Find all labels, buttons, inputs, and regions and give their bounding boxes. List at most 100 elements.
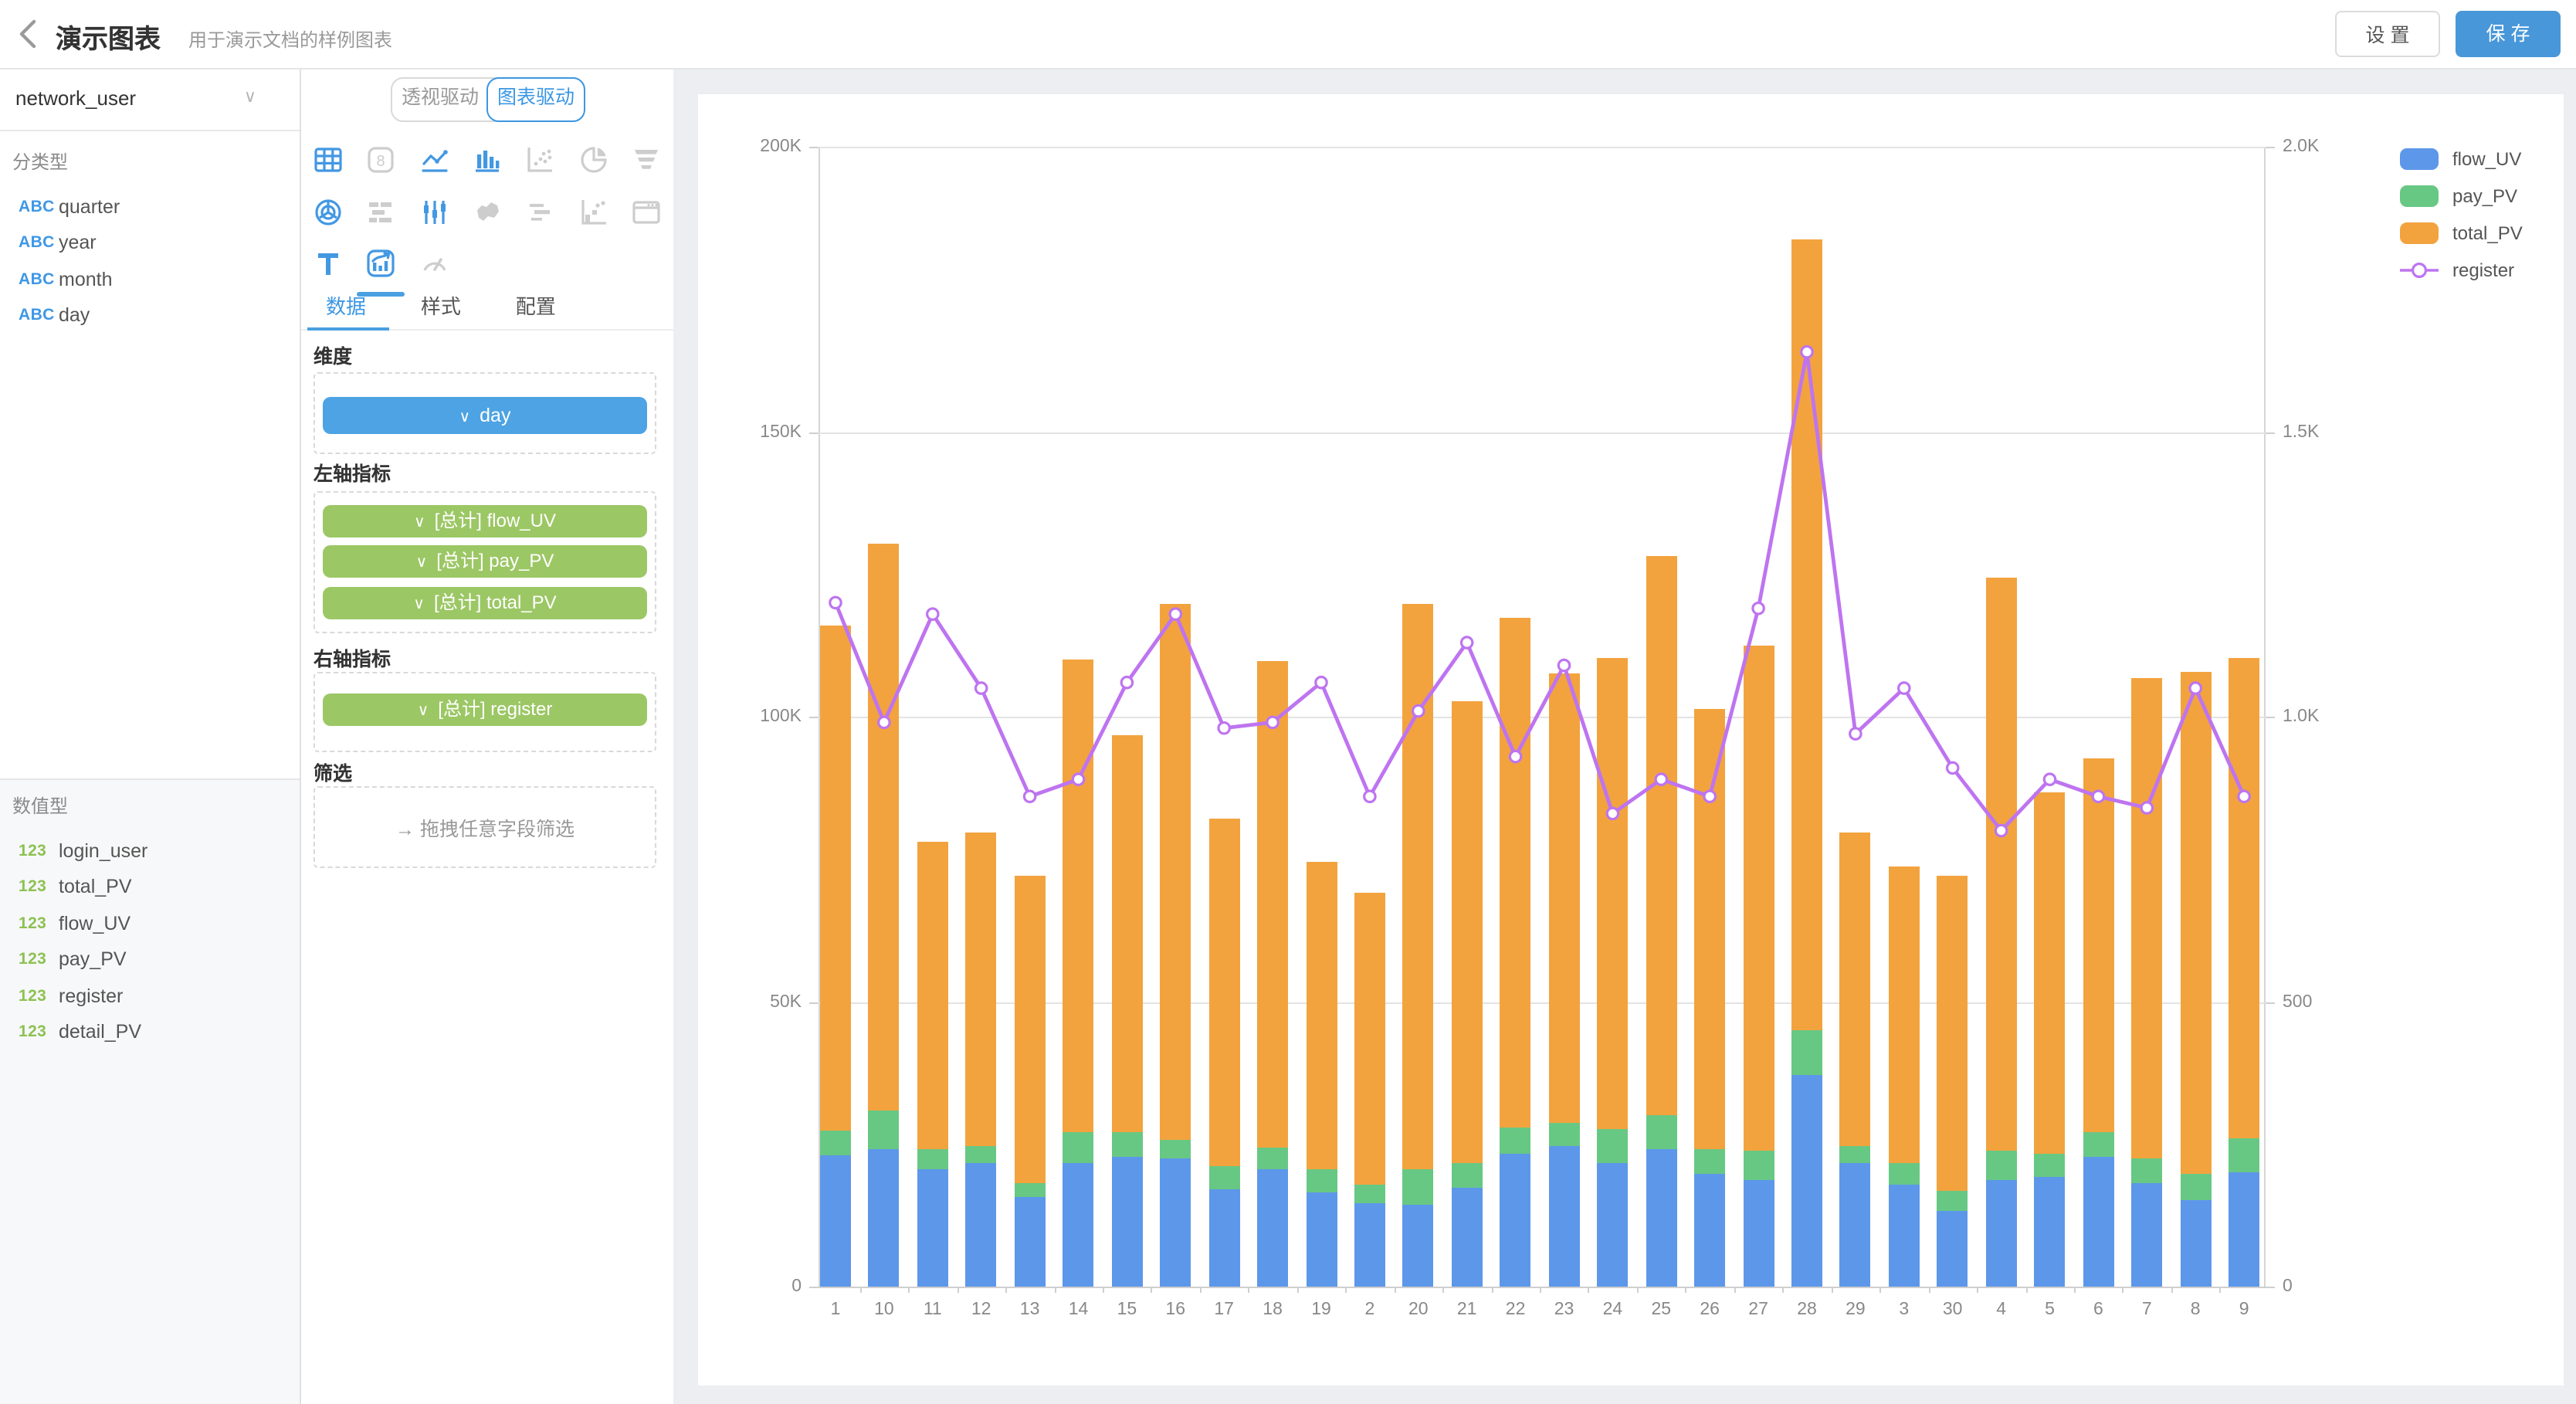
line-point[interactable] <box>1850 728 1861 739</box>
map-chart-icon[interactable] <box>461 186 514 238</box>
candlestick-chart-icon[interactable] <box>408 186 461 238</box>
filter-dropzone[interactable]: → 拖拽任意字段筛选 <box>314 786 656 868</box>
back-icon[interactable] <box>12 17 46 51</box>
field-item-month[interactable]: ABCmonth <box>0 261 300 297</box>
pill-label: day <box>480 405 510 426</box>
text-chart-icon[interactable] <box>301 238 354 290</box>
table-chart-icon[interactable] <box>301 134 354 186</box>
line-point[interactable] <box>1753 603 1764 614</box>
line-point[interactable] <box>2093 791 2103 802</box>
tab-data[interactable]: 数据 <box>306 287 386 327</box>
field-item-year[interactable]: ABCyear <box>0 225 300 261</box>
field-item-quarter[interactable]: ABCquarter <box>0 188 300 225</box>
line-point[interactable] <box>2190 683 2201 694</box>
encoding-pill[interactable]: ∨[总计] pay_PV <box>323 545 647 578</box>
combo-chart-chart-icon[interactable] <box>354 238 408 290</box>
field-item-login_user[interactable]: 123login_user <box>0 833 300 869</box>
dataset-selector[interactable]: network_user ∨ <box>0 68 300 131</box>
left-axis-tick-label: 150K <box>709 422 802 441</box>
chart-type-row <box>301 238 673 290</box>
field-item-register[interactable]: 123register <box>0 978 300 1014</box>
x-axis-tick <box>1977 1287 1978 1293</box>
line-chart-chart-icon[interactable] <box>408 134 461 186</box>
dimension-dropzone[interactable]: ∨ day <box>314 372 656 454</box>
line-point[interactable] <box>1995 825 2006 836</box>
encoding-pill[interactable]: ∨[总计] total_PV <box>323 586 647 619</box>
x-axis-tick <box>2074 1287 2076 1293</box>
line-point[interactable] <box>1267 717 1278 727</box>
legend-item-register[interactable]: register <box>2400 252 2523 289</box>
line-point[interactable] <box>1510 751 1520 761</box>
line-point[interactable] <box>2141 802 2152 813</box>
left-axis-dropzone[interactable]: ∨[总计] flow_UV ∨[总计] pay_PV ∨[总计] total_PV <box>314 491 656 633</box>
right-axis-dropzone[interactable]: ∨[总计] register <box>314 672 656 752</box>
svg-text:8: 8 <box>377 154 385 171</box>
line-point[interactable] <box>1170 609 1181 619</box>
chart-type-row <box>301 186 673 238</box>
encoding-pill[interactable]: ∨[总计] register <box>323 694 647 726</box>
line-point[interactable] <box>1121 677 1132 688</box>
field-item-detail_PV[interactable]: 123detail_PV <box>0 1014 300 1050</box>
encoding-pill[interactable]: ∨[总计] flow_UV <box>323 504 647 537</box>
number-card-chart-icon[interactable]: 8 <box>354 134 408 186</box>
gantt-chart-icon[interactable] <box>354 186 408 238</box>
line-point[interactable] <box>1947 762 1958 773</box>
line-point[interactable] <box>1656 774 1666 785</box>
field-type-badge: 123 <box>19 1023 59 1042</box>
chevron-down-icon: ∨ <box>459 409 471 426</box>
field-name: login_user <box>59 840 147 862</box>
field-item-flow_UV[interactable]: 123flow_UV <box>0 905 300 941</box>
field-item-total_PV[interactable]: 123total_PV <box>0 869 300 905</box>
page-subtitle: 用于演示文档的样例图表 <box>188 26 392 53</box>
word-cloud-chart-icon[interactable] <box>514 186 567 238</box>
legend-item-flow_UV[interactable]: flow_UV <box>2400 141 2523 178</box>
left-axis-tick <box>809 1287 819 1288</box>
line-point[interactable] <box>1219 723 1229 734</box>
line-point[interactable] <box>1899 683 1910 694</box>
line-point[interactable] <box>2239 791 2249 802</box>
line-point[interactable] <box>1558 660 1569 670</box>
legend-item-total_PV[interactable]: total_PV <box>2400 215 2523 252</box>
line-point[interactable] <box>1704 791 1715 802</box>
scatter-chart-icon[interactable] <box>514 134 567 186</box>
legend-item-pay_PV[interactable]: pay_PV <box>2400 178 2523 215</box>
line-point[interactable] <box>879 717 890 727</box>
line-point[interactable] <box>2044 774 2055 785</box>
line-point[interactable] <box>1073 774 1083 785</box>
toggle-chart-mode[interactable]: 图表驱动 <box>486 77 585 122</box>
chevron-down-icon: ∨ <box>244 86 256 107</box>
gauge-chart-icon[interactable] <box>408 238 461 290</box>
pie-chart-icon[interactable] <box>567 134 620 186</box>
line-point[interactable] <box>830 597 841 608</box>
encoding-pill[interactable]: ∨ day <box>323 397 647 434</box>
radar-chart-icon[interactable] <box>301 186 354 238</box>
x-axis-tick <box>1637 1287 1639 1293</box>
save-button[interactable]: 保 存 <box>2456 11 2561 57</box>
field-name: day <box>59 305 90 327</box>
toggle-pivot-mode[interactable]: 透视驱动 <box>392 79 488 120</box>
legend-label: flow_UV <box>2452 148 2521 170</box>
tab-settings[interactable]: 配置 <box>496 287 576 327</box>
tab-style[interactable]: 样式 <box>401 287 481 327</box>
bar-chart-chart-icon[interactable] <box>461 134 514 186</box>
line-point[interactable] <box>927 609 938 619</box>
line-point[interactable] <box>1316 677 1327 688</box>
field-item-pay_PV[interactable]: 123pay_PV <box>0 941 300 978</box>
line-point[interactable] <box>1024 791 1035 802</box>
chart-type-grid: 8 <box>301 134 673 290</box>
iframe-chart-icon[interactable] <box>620 186 673 238</box>
field-type-badge: ABC <box>19 198 59 216</box>
line-point[interactable] <box>1802 346 1812 357</box>
line-point[interactable] <box>1413 705 1424 716</box>
x-axis-tick <box>1783 1287 1785 1293</box>
line-point[interactable] <box>1607 808 1618 819</box>
line-point[interactable] <box>976 683 987 694</box>
field-item-day[interactable]: ABCday <box>0 297 300 334</box>
settings-button[interactable]: 设 置 <box>2335 11 2440 57</box>
funnel-chart-icon[interactable] <box>620 134 673 186</box>
line-point[interactable] <box>1462 637 1473 648</box>
rank-bar-chart-icon[interactable] <box>567 186 620 238</box>
line-point[interactable] <box>1364 791 1375 802</box>
right-axis-tick-label: 2.0K <box>2283 137 2375 156</box>
field-name: total_PV <box>59 877 132 898</box>
